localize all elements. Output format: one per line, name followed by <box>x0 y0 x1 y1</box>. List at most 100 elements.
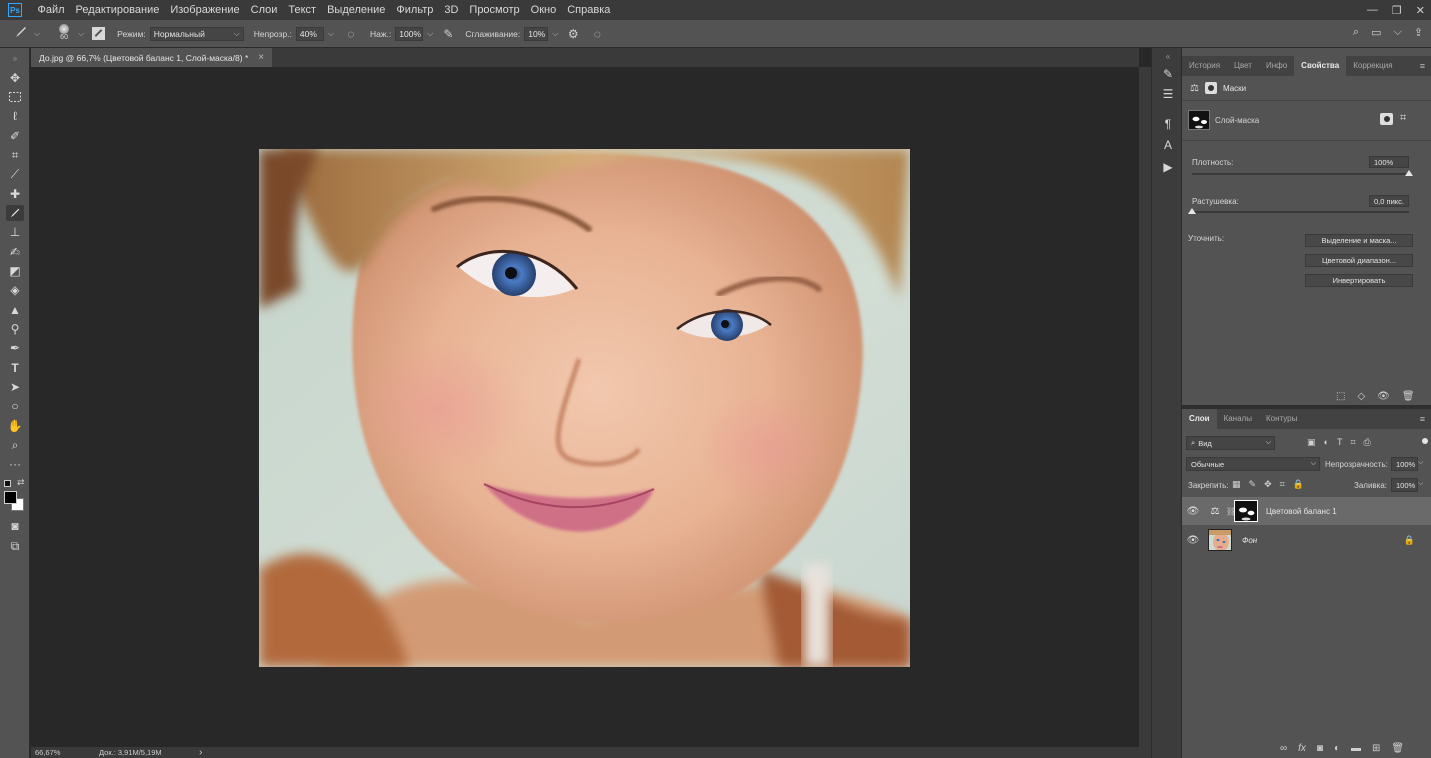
tab-history[interactable]: История <box>1182 56 1227 76</box>
tab-color[interactable]: Цвет <box>1227 56 1259 76</box>
workspace-chevron-icon[interactable]: ⌵ <box>1393 26 1401 39</box>
layer-name[interactable]: Фон <box>1242 536 1257 545</box>
delete-mask-icon[interactable]: 🗑 <box>1402 391 1415 402</box>
menu-3d[interactable]: 3D <box>439 0 464 20</box>
tab-properties[interactable]: Свойства <box>1294 56 1347 76</box>
lock-position-icon[interactable]: ✥ <box>1264 479 1272 490</box>
default-colors-icon[interactable] <box>4 480 11 487</box>
hand-tool-icon[interactable]: ✋ <box>6 418 24 434</box>
paint-bucket-tool-icon[interactable]: ◈ <box>6 282 24 298</box>
character-icon[interactable]: A <box>1160 137 1176 153</box>
share-icon[interactable]: ⇪ <box>1414 26 1423 39</box>
path-selection-tool-icon[interactable]: ➤ <box>6 379 24 395</box>
menu-type[interactable]: Текст <box>283 0 322 20</box>
brush-tool-icon[interactable] <box>12 25 30 42</box>
vector-mask-icon[interactable]: ⌗ <box>1400 112 1406 125</box>
link-icon[interactable]: ⛓ <box>1226 507 1236 516</box>
layer-name[interactable]: Цветовой баланс 1 <box>1266 507 1337 516</box>
add-mask-icon[interactable]: ◙ <box>1317 743 1323 754</box>
menu-file[interactable]: Файл <box>32 0 70 20</box>
tab-info[interactable]: Инфо <box>1259 56 1294 76</box>
load-selection-icon[interactable]: ⬚ <box>1336 391 1345 402</box>
lock-transparent-icon[interactable]: ▦ <box>1232 479 1241 490</box>
feather-input[interactable]: 0,0 пикс. <box>1369 195 1409 207</box>
new-layer-icon[interactable]: ⊞ <box>1372 743 1380 754</box>
layers-menu-icon[interactable]: ≡ <box>1420 414 1425 424</box>
filter-toggle-icon[interactable] <box>1422 438 1428 444</box>
opacity-chevron-icon[interactable]: ⌵ <box>328 29 334 39</box>
select-and-mask-button[interactable]: Выделение и маска... <box>1305 234 1413 247</box>
pressure-opacity-icon[interactable]: ◌ <box>342 27 360 41</box>
lock-artboard-icon[interactable]: ⌗ <box>1280 479 1285 490</box>
flow-input[interactable]: 100% <box>395 26 424 41</box>
panel-menu-icon[interactable]: ≡ <box>1420 61 1425 71</box>
workspace-icon[interactable]: ▭ <box>1371 26 1381 39</box>
menu-filter[interactable]: Фильтр <box>391 0 439 20</box>
collapse-toolbar-icon[interactable]: » <box>6 50 24 66</box>
density-slider[interactable] <box>1192 173 1409 175</box>
quick-selection-tool-icon[interactable]: ✐ <box>6 128 24 144</box>
feather-slider-thumb[interactable] <box>1188 208 1196 214</box>
clone-stamp-tool-icon[interactable]: ⊥ <box>6 224 24 240</box>
quick-mask-icon[interactable]: ◙ <box>6 518 24 534</box>
paragraph-icon[interactable]: ¶ <box>1160 116 1176 132</box>
eraser-tool-icon[interactable]: ◩ <box>6 263 24 279</box>
layer-row-color-balance[interactable]: 👁 ⚖ ⛓ Цветовой баланс 1 <box>1182 497 1431 525</box>
invert-button[interactable]: Инвертировать <box>1305 274 1413 287</box>
status-arrow-icon[interactable]: › <box>199 747 202 758</box>
visibility-eye-icon[interactable]: 👁 <box>1182 506 1204 517</box>
pixel-mask-icon[interactable] <box>1380 113 1393 125</box>
visibility-eye-icon[interactable]: 👁 <box>1182 535 1204 546</box>
filter-adjustment-icon[interactable]: ◐ <box>1324 437 1329 448</box>
new-adjustment-layer-icon[interactable]: ◐ <box>1334 743 1340 754</box>
close-tab-icon[interactable]: × <box>258 52 264 63</box>
lasso-tool-icon[interactable]: ℓ <box>6 108 24 124</box>
airbrush-icon[interactable]: ✎ <box>439 27 457 41</box>
filter-shape-icon[interactable]: ⌗ <box>1350 437 1355 448</box>
delete-layer-icon[interactable]: 🗑 <box>1391 743 1404 754</box>
screen-mode-icon[interactable]: ⧉ <box>6 538 24 554</box>
lock-all-icon[interactable]: 🔒 <box>1293 479 1304 490</box>
ellipse-tool-icon[interactable]: ○ <box>6 398 24 414</box>
minimize-icon[interactable]: — <box>1367 4 1378 16</box>
filter-type-icon[interactable]: T <box>1337 437 1343 448</box>
crop-tool-icon[interactable]: ⌗ <box>6 147 24 163</box>
type-tool-icon[interactable]: T <box>6 360 24 376</box>
fill-chevron-icon[interactable]: ⌵ <box>1418 480 1423 488</box>
layer-thumbnail[interactable] <box>1208 529 1232 551</box>
brush-tool-icon[interactable] <box>6 205 24 221</box>
tab-paths[interactable]: Контуры <box>1259 409 1304 429</box>
document-tab[interactable]: До.jpg @ 66,7% (Цветовой баланс 1, Слой-… <box>31 48 273 67</box>
color-range-button[interactable]: Цветовой диапазон... <box>1305 254 1413 267</box>
layer-mask-thumbnail[interactable] <box>1234 500 1258 522</box>
tool-preset-chevron-icon[interactable]: ⌵ <box>34 29 40 39</box>
feather-slider[interactable] <box>1192 211 1409 213</box>
vertical-scrollbar[interactable] <box>1139 67 1151 747</box>
move-tool-icon[interactable]: ✥ <box>6 70 24 86</box>
tab-adjustments[interactable]: Коррекция <box>1346 56 1399 76</box>
menu-select[interactable]: Выделение <box>322 0 391 20</box>
brush-preset-picker[interactable]: 60 <box>54 22 74 46</box>
layer-filter-select[interactable]: ⌕ Вид ⌵ <box>1186 436 1275 450</box>
brush-panel-toggle-icon[interactable] <box>92 27 106 40</box>
healing-brush-tool-icon[interactable]: ✚ <box>6 186 24 202</box>
gear-icon[interactable]: ⚙ <box>564 27 582 41</box>
blend-mode-select[interactable]: Обычные ⌵ <box>1186 457 1320 471</box>
layer-opacity-chevron-icon[interactable]: ⌵ <box>1418 459 1423 467</box>
restore-icon[interactable]: ❐ <box>1392 4 1402 17</box>
more-tools-icon[interactable]: ··· <box>6 456 24 472</box>
filter-pixel-icon[interactable]: ▣ <box>1307 437 1316 448</box>
layer-opacity-input[interactable]: 100% <box>1391 457 1418 471</box>
pressure-size-icon[interactable]: ◌ <box>588 27 606 41</box>
opacity-input[interactable]: 40% <box>295 26 324 41</box>
layer-row-background[interactable]: 👁 Фон 🔒 <box>1182 526 1431 554</box>
history-brush-tool-icon[interactable]: ✍ <box>6 244 24 260</box>
zoom-level[interactable]: 66,67% <box>35 748 99 757</box>
apply-mask-icon[interactable]: ◇ <box>1357 391 1365 402</box>
dodge-tool-icon[interactable]: ⚲ <box>6 321 24 337</box>
density-input[interactable]: 100% <box>1369 156 1409 168</box>
swap-colors-icon[interactable]: ⇄ <box>17 477 25 488</box>
mode-select[interactable]: Нормальный ⌵ <box>149 26 244 41</box>
visibility-eye-icon[interactable]: 👁 <box>1377 391 1390 402</box>
foreground-color-swatch[interactable] <box>4 491 17 504</box>
